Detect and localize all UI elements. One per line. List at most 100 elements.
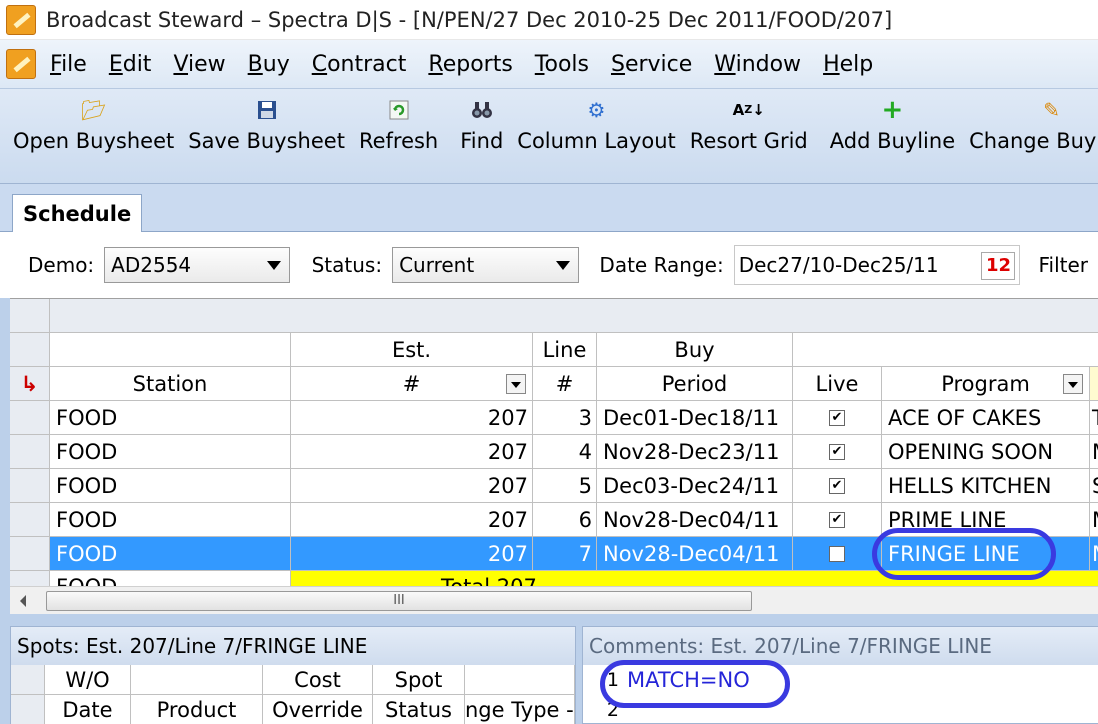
spots-header-product[interactable]: Product	[131, 695, 263, 724]
grid-cell-period[interactable]: Dec01-Dec18/11	[597, 401, 793, 435]
spots-header-cost[interactable]: Cost	[263, 665, 373, 695]
grid-row-header[interactable]	[10, 435, 50, 469]
grid-cell-est[interactable]: 207	[291, 503, 533, 537]
menu-reports[interactable]: Reports	[428, 52, 512, 77]
live-checkbox[interactable]: ✔	[829, 511, 845, 528]
grid-cell-station[interactable]: FOOD	[50, 469, 291, 503]
live-checkbox[interactable]: ✔	[829, 477, 845, 494]
binoculars-icon	[470, 97, 494, 123]
grid-cell-extra[interactable]: M	[1090, 435, 1098, 469]
add-buyline-button[interactable]: + Add Buyline	[823, 89, 962, 153]
menu-contract[interactable]: Contract	[312, 52, 407, 77]
live-checkbox[interactable]: ✔	[829, 545, 845, 562]
grid-cell-line[interactable]: 5	[533, 469, 597, 503]
grid-cell-live[interactable]: ✔	[793, 503, 882, 537]
horizontal-scrollbar[interactable]: III	[10, 586, 1098, 614]
header-est-top[interactable]: Est.	[291, 333, 533, 367]
grid-cell-extra[interactable]: M	[1090, 537, 1098, 571]
grid-cell-period[interactable]: Nov28-Dec04/11	[597, 503, 793, 537]
grid-cell-station[interactable]: FOOD	[50, 503, 291, 537]
grid-cell-station[interactable]: FOOD	[50, 537, 291, 571]
grid-row-header[interactable]	[10, 401, 50, 435]
menu-tools[interactable]: Tools	[535, 52, 589, 77]
grid-row-header[interactable]	[10, 537, 50, 571]
open-buysheet-button[interactable]: 📂︎ Open Buysheet	[6, 89, 181, 153]
header-buy-top[interactable]: Buy	[597, 333, 793, 367]
menu-window[interactable]: Window	[714, 52, 801, 77]
grid-cell-extra[interactable]: S	[1090, 469, 1098, 503]
grid-cell-live[interactable]: ✔	[793, 469, 882, 503]
grid-cell-live[interactable]: ✔	[793, 435, 882, 469]
grid-cell-program[interactable]: HELLS KITCHEN	[882, 469, 1090, 503]
filter-label: Filter	[1038, 253, 1088, 277]
grid-cell-est[interactable]: 207	[291, 469, 533, 503]
resort-grid-button[interactable]: A Z ↓ Resort Grid	[683, 89, 815, 153]
demo-dropdown[interactable]: AD2554	[104, 247, 290, 283]
grid-cell-est[interactable]: 207	[291, 537, 533, 571]
spots-header-spot[interactable]: Spot	[373, 665, 465, 695]
save-buysheet-button[interactable]: Save Buysheet	[181, 89, 352, 153]
header-est[interactable]: #	[291, 367, 533, 401]
group-header-band	[50, 299, 1098, 333]
change-buyline-button[interactable]: ✎ Change Buyline	[962, 89, 1098, 153]
grid-cell-period[interactable]: Dec03-Dec24/11	[597, 469, 793, 503]
scroll-left-icon[interactable]	[20, 595, 26, 607]
menu-bar: File Edit View Buy Contract Reports Tool…	[0, 40, 1098, 88]
grid-cell-live[interactable]: ✔	[793, 537, 882, 571]
pencil-icon: ✎	[1043, 98, 1061, 122]
refresh-button[interactable]: Refresh	[352, 89, 445, 153]
live-checkbox[interactable]: ✔	[829, 409, 845, 426]
sort-az-icon: A Z ↓	[732, 101, 765, 119]
spots-header-change-type[interactable]: nge Type -	[465, 695, 575, 724]
grid-cell-extra[interactable]: T	[1090, 401, 1098, 435]
grid-row-header[interactable]	[10, 469, 50, 503]
grid-cell-line[interactable]: 4	[533, 435, 597, 469]
spots-header-date[interactable]: Date	[45, 695, 131, 724]
grid-row-header	[10, 333, 50, 367]
header-buy-period[interactable]: Period	[597, 367, 793, 401]
menu-buy[interactable]: Buy	[248, 52, 290, 77]
header-program[interactable]: Program	[882, 367, 1090, 401]
app-menu-icon[interactable]	[6, 49, 36, 79]
grid-cell-period[interactable]: Nov28-Dec23/11	[597, 435, 793, 469]
header-line[interactable]: #	[533, 367, 597, 401]
sort-indicator-icon[interactable]: ↳	[10, 367, 50, 401]
header-station[interactable]: Station	[50, 367, 291, 401]
column-filter-icon[interactable]	[1063, 373, 1083, 394]
scrollbar-thumb[interactable]: III	[46, 591, 752, 611]
menu-help[interactable]: Help	[823, 52, 873, 77]
tab-schedule[interactable]: Schedule	[12, 194, 143, 232]
grid-cell-program[interactable]: OPENING SOON	[882, 435, 1090, 469]
grid-cell-station[interactable]: FOOD	[50, 435, 291, 469]
grid-row-header[interactable]	[10, 503, 50, 537]
spots-header-status[interactable]: Status	[373, 695, 465, 724]
date-range-label: Date Range:	[599, 253, 724, 277]
header-blank-top	[793, 333, 1098, 367]
grid-cell-live[interactable]: ✔	[793, 401, 882, 435]
calendar-icon[interactable]: 12	[981, 252, 1016, 280]
grid-cell-station[interactable]: FOOD	[50, 401, 291, 435]
spots-header-override[interactable]: Override	[263, 695, 373, 724]
grid-cell-est[interactable]: 207	[291, 435, 533, 469]
live-checkbox[interactable]: ✔	[829, 443, 845, 460]
menu-edit[interactable]: Edit	[109, 52, 152, 77]
column-filter-icon[interactable]	[506, 373, 526, 394]
spots-header-wo[interactable]: W/O	[45, 665, 131, 695]
grid-cell-program[interactable]: ACE OF CAKES	[882, 401, 1090, 435]
plus-icon: +	[881, 95, 904, 125]
status-dropdown[interactable]: Current	[392, 247, 580, 283]
find-button[interactable]: Find	[453, 89, 510, 153]
grid-cell-period[interactable]: Nov28-Dec04/11	[597, 537, 793, 571]
grid-cell-line[interactable]: 6	[533, 503, 597, 537]
grid-cell-est[interactable]: 207	[291, 401, 533, 435]
grid-cell-line[interactable]: 3	[533, 401, 597, 435]
grid-cell-extra[interactable]: M	[1090, 503, 1098, 537]
menu-file[interactable]: File	[50, 52, 87, 77]
header-live[interactable]: Live	[793, 367, 882, 401]
menu-service[interactable]: Service	[611, 52, 692, 77]
menu-view[interactable]: View	[173, 52, 225, 77]
header-line-top[interactable]: Line	[533, 333, 597, 367]
grid-cell-line[interactable]: 7	[533, 537, 597, 571]
date-range-field[interactable]: Dec27/10-Dec25/11 12	[733, 245, 1021, 285]
column-layout-button[interactable]: ⚙ Column Layout	[510, 89, 682, 153]
